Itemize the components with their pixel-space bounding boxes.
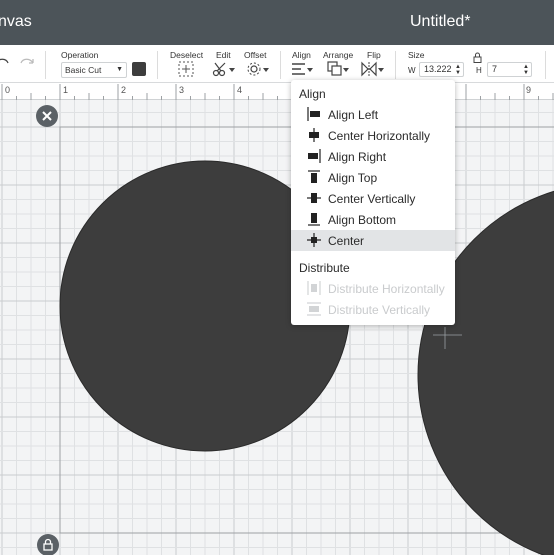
redo-icon[interactable] — [19, 57, 35, 69]
distribute-section-heading: Distribute — [299, 261, 350, 275]
edit-label: Edit — [216, 50, 231, 60]
close-selection-button[interactable] — [36, 105, 58, 127]
operation-value: Basic Cut — [65, 65, 102, 75]
menu-item-label: Distribute Horizontally — [328, 282, 445, 296]
align-right-icon — [308, 149, 321, 163]
align-left-icon — [307, 107, 320, 121]
width-input[interactable]: 13.222 ▲ ▼ — [419, 62, 464, 77]
toolbar-divider — [280, 51, 281, 79]
ruler-number: 1 — [63, 85, 69, 95]
design-space-app: nvas Untitled* Operation Basic Cut ▼ Des… — [0, 0, 554, 555]
align-label: Align — [292, 50, 311, 60]
lock-proportions-button[interactable] — [37, 534, 59, 555]
distribute-horizontally-icon — [307, 281, 321, 295]
menu-item-distribute-horizontally[interactable]: Distribute Horizontally — [291, 278, 455, 299]
operation-select[interactable]: Basic Cut ▼ — [61, 62, 127, 78]
lock-icon[interactable] — [473, 52, 482, 63]
ruler-ticks — [1, 84, 554, 100]
height-input[interactable]: 7 ▲ ▼ — [487, 62, 532, 77]
menu-item-align-bottom[interactable]: Align Bottom — [291, 209, 455, 230]
toolbar-divider — [545, 51, 546, 79]
ruler-number: 0 — [5, 85, 11, 95]
arrange-icon[interactable] — [327, 61, 351, 77]
offset-label: Offset — [244, 50, 267, 60]
lock-icon — [43, 538, 53, 551]
size-label: Size — [408, 50, 425, 60]
edit-toolbar: Operation Basic Cut ▼ Deselect Edit Offs… — [0, 45, 554, 83]
menu-item-align-right[interactable]: Align Right — [291, 146, 455, 167]
app-title: nvas — [0, 13, 32, 30]
height-label: H — [476, 66, 482, 75]
ruler-number: 2 — [121, 85, 127, 95]
center-icon — [307, 233, 321, 247]
menu-item-center[interactable]: Center — [291, 230, 455, 251]
ruler-number: 9 — [526, 85, 532, 95]
flip-label: Flip — [367, 50, 381, 60]
distribute-vertically-icon — [307, 302, 321, 316]
toolbar-divider — [157, 51, 158, 79]
width-stepper[interactable]: ▲ ▼ — [455, 64, 461, 76]
menu-item-label: Center Horizontally — [328, 129, 431, 143]
menu-item-distribute-vertically[interactable]: Distribute Vertically — [291, 299, 455, 320]
deselect-label: Deselect — [170, 50, 204, 60]
close-icon — [42, 111, 52, 121]
design-canvas[interactable] — [0, 100, 554, 555]
header-bar: nvas Untitled* — [0, 0, 554, 45]
ruler-number: 4 — [237, 85, 243, 95]
menu-item-label: Center — [328, 234, 365, 248]
menu-item-label: Align Bottom — [328, 213, 397, 227]
deselect-icon[interactable] — [178, 61, 194, 77]
menu-item-label: Align Right — [328, 150, 387, 164]
align-icon[interactable] — [291, 61, 315, 77]
menu-item-label: Center Vertically — [328, 192, 416, 206]
menu-item-label: Align Left — [328, 108, 379, 122]
document-title[interactable]: Untitled* — [410, 13, 470, 31]
align-bottom-icon — [308, 213, 320, 226]
menu-item-align-top[interactable]: Align Top — [291, 167, 455, 188]
offset-icon[interactable] — [246, 61, 270, 77]
ruler-number: 3 — [179, 85, 185, 95]
color-swatch[interactable] — [132, 62, 146, 76]
height-stepper[interactable]: ▲ ▼ — [523, 64, 529, 76]
horizontal-ruler: 0 1 2 3 4 9 — [0, 84, 554, 100]
height-value: 7 — [492, 64, 498, 74]
chevron-down-icon: ▼ — [116, 66, 123, 73]
center-vertically-icon — [307, 193, 321, 203]
undo-icon[interactable] — [0, 57, 10, 69]
align-top-icon — [308, 170, 320, 183]
center-horizontally-icon — [309, 128, 319, 142]
align-section-heading: Align — [299, 87, 326, 101]
flip-icon[interactable] — [361, 61, 385, 77]
toolbar-divider — [45, 51, 46, 79]
menu-item-center-horizontally[interactable]: Center Horizontally — [291, 125, 455, 146]
menu-item-label: Align Top — [328, 171, 378, 185]
edit-scissors-icon[interactable] — [212, 61, 236, 77]
width-value: 13.222 — [424, 64, 452, 74]
toolbar-divider — [395, 51, 396, 79]
arrange-label: Arrange — [323, 50, 354, 60]
canvas-shapes — [59, 126, 554, 555]
align-menu: Align Align Left Center Horizontally Ali… — [291, 80, 455, 325]
menu-item-center-vertically[interactable]: Center Vertically — [291, 188, 455, 209]
menu-item-label: Distribute Vertically — [328, 303, 431, 317]
width-label: W — [408, 66, 416, 75]
menu-item-align-left[interactable]: Align Left — [291, 104, 455, 125]
operation-label: Operation — [61, 50, 99, 60]
